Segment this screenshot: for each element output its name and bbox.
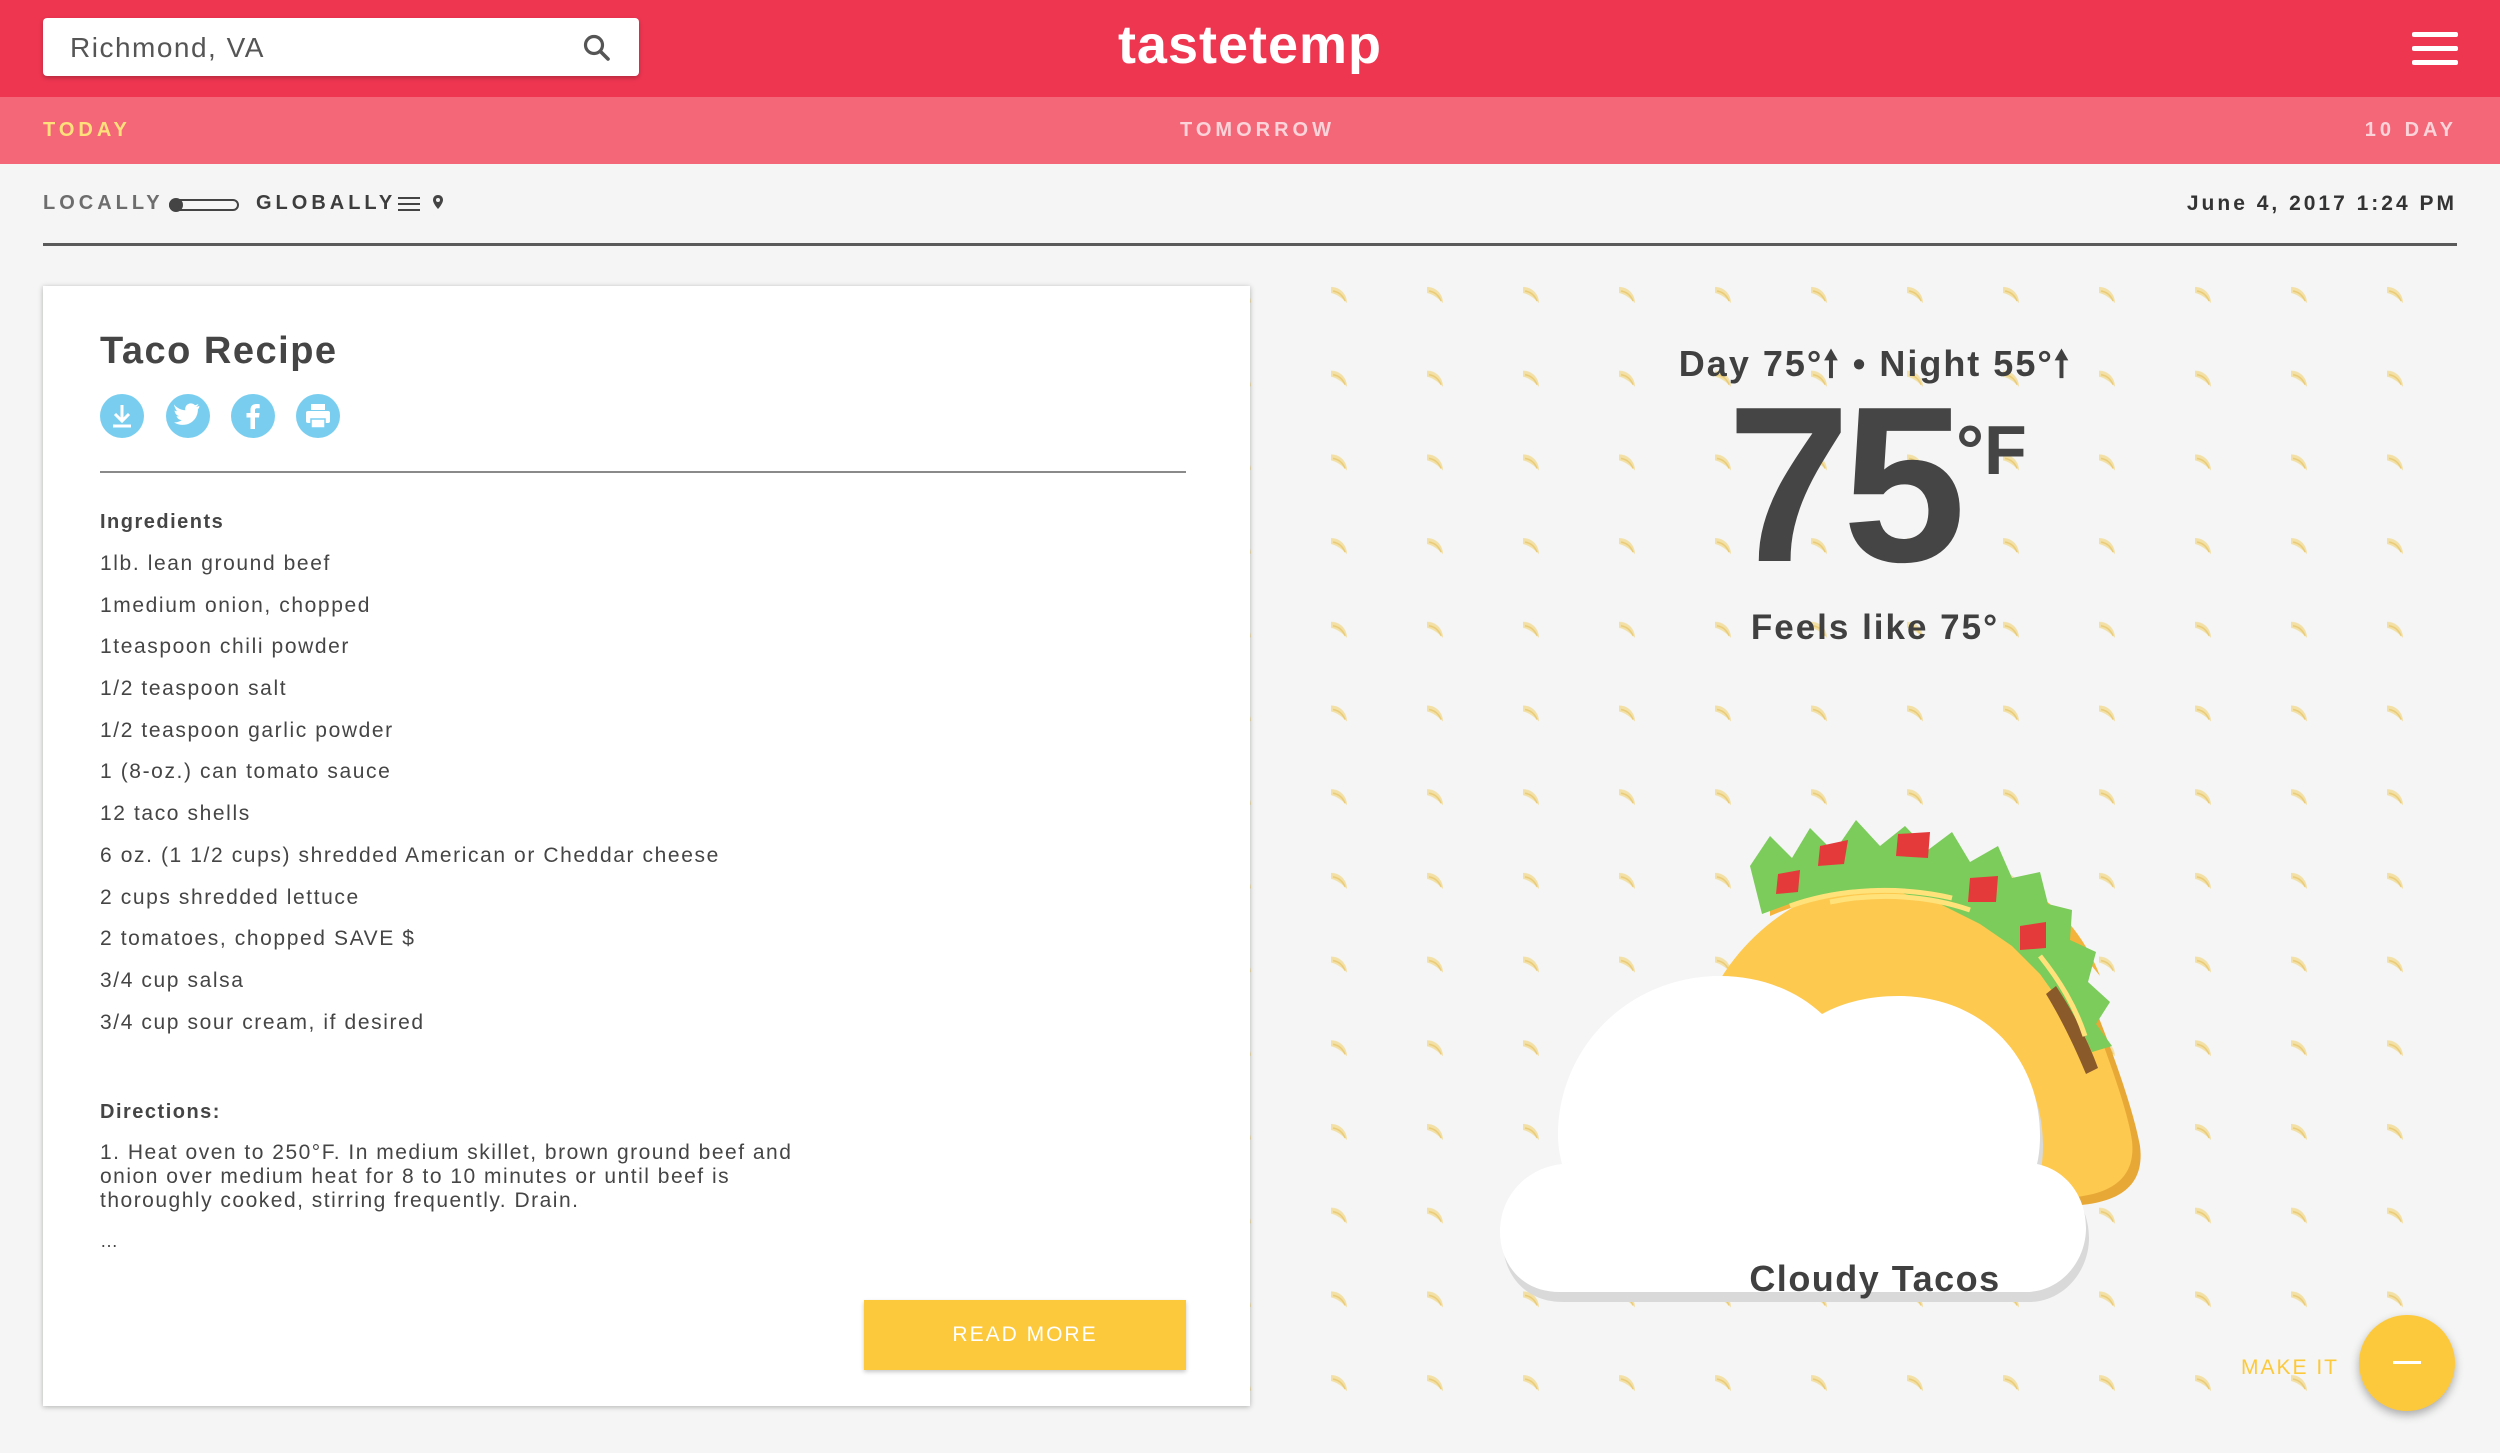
print-icon — [306, 404, 330, 429]
ingredient-item: 1teaspoon chili powder — [100, 635, 351, 659]
ingredient-item: 1 (8-oz.) can tomato sauce — [100, 760, 392, 784]
ingredients-list: 1lb. lean ground beef 1medium onion, cho… — [100, 551, 720, 1051]
ingredient-item: 12 taco shells — [100, 802, 251, 826]
weather-condition: Cloudy Tacos — [1749, 1258, 2001, 1299]
print-button[interactable] — [296, 394, 340, 438]
scope-toggle-switch[interactable] — [169, 198, 239, 212]
recipe-title: Taco Recipe — [100, 330, 338, 372]
toggle-knob — [169, 198, 183, 212]
current-temperature: 75 — [1727, 361, 1966, 609]
forecast-tabs: TODAY TOMORROW 10 DAY — [0, 97, 2500, 164]
ingredients-heading: Ingredients — [100, 511, 225, 533]
ingredient-item: 1medium onion, chopped — [100, 593, 372, 617]
directions-text: 1. Heat oven to 250°F. In medium skillet… — [100, 1141, 793, 1212]
tab-tomorrow[interactable]: TOMORROW — [1180, 119, 1335, 142]
directions-heading: Directions: — [100, 1101, 221, 1123]
facebook-icon — [246, 404, 260, 429]
search-input[interactable]: Richmond, VA — [70, 32, 265, 64]
facebook-share-button[interactable] — [231, 394, 275, 438]
list-view-icon[interactable] — [398, 197, 420, 213]
scope-toolbar: LOCALLY GLOBALLY June 4, 2017 1:24 PM — [43, 186, 2457, 226]
weather-panel: Day 75°🠕 • Night 55°🠕 75 °F Feels like 7… — [1250, 286, 2500, 1453]
feels-like: Feels like 75° — [1750, 608, 2000, 647]
ingredient-item: 6 oz. (1 1/2 cups) shredded American or … — [100, 843, 720, 867]
minus-icon — [2393, 1361, 2421, 1364]
download-icon — [113, 405, 131, 428]
temperature-unit: °F — [1956, 411, 2027, 489]
location-search[interactable]: Richmond, VA — [43, 18, 639, 76]
read-more-button[interactable]: READ MORE — [864, 1300, 1186, 1370]
twitter-share-button[interactable] — [166, 394, 210, 438]
directions-ellipsis: … — [100, 1231, 118, 1251]
tab-10-day[interactable]: 10 DAY — [2365, 119, 2457, 142]
collapse-fab[interactable] — [2359, 1315, 2455, 1411]
search-icon[interactable] — [581, 32, 613, 64]
toolbar-divider — [43, 243, 2457, 246]
globally-label[interactable]: GLOBALLY — [256, 192, 396, 215]
ingredient-item: 3/4 cup salsa — [100, 968, 245, 992]
ingredient-item: 1/2 teaspoon salt — [100, 677, 288, 701]
locally-label[interactable]: LOCALLY — [43, 192, 164, 215]
ingredient-item: 1lb. lean ground beef — [100, 552, 331, 575]
hamburger-menu-icon[interactable] — [2412, 32, 2458, 68]
location-pin-icon[interactable] — [432, 194, 444, 214]
ingredient-item: 1/2 teaspoon garlic powder — [100, 718, 394, 742]
make-it-label[interactable]: MAKE IT — [2241, 1356, 2339, 1380]
download-button[interactable] — [100, 394, 144, 438]
recipe-divider — [100, 471, 1186, 473]
current-datetime: June 4, 2017 1:24 PM — [2186, 192, 2457, 215]
tab-today[interactable]: TODAY — [43, 119, 131, 142]
app-bar: Richmond, VA tastetemp — [0, 0, 2500, 97]
ingredient-item: 2 tomatoes, chopped SAVE $ — [100, 927, 416, 951]
cloudy-taco-illustration — [1500, 820, 2141, 1302]
recipe-card: Taco Recipe Ingredients 1lb. lean ground… — [43, 286, 1250, 1406]
twitter-icon — [173, 403, 200, 425]
ingredient-item: 3/4 cup sour cream, if desired — [100, 1010, 425, 1034]
ingredient-item: 2 cups shredded lettuce — [100, 885, 360, 909]
